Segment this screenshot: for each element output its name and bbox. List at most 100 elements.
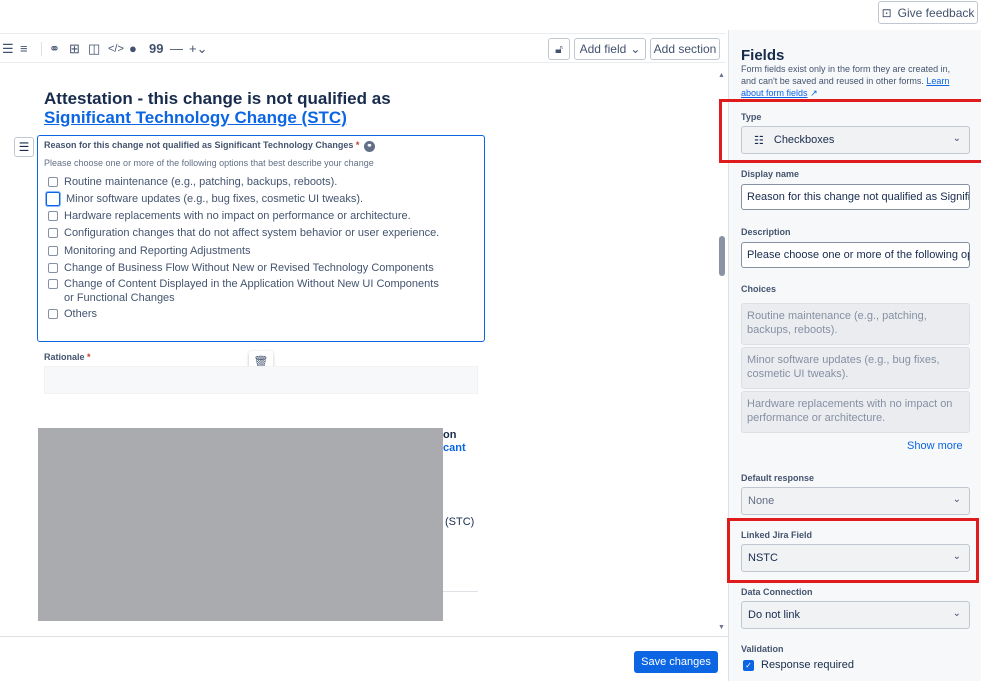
choice-label: Monitoring and Reporting Adjustments bbox=[64, 245, 251, 257]
choice-option[interactable]: Change of Content Displayed in the Appli… bbox=[48, 277, 448, 305]
insert-plus-icon[interactable]: +⌄ bbox=[189, 40, 207, 58]
default-response-label: Default response bbox=[741, 473, 815, 483]
external-link-icon: ↗ bbox=[810, 88, 818, 98]
description-input[interactable]: Please choose one or more of the followi… bbox=[741, 242, 970, 268]
choice-option[interactable]: Routine maintenance (e.g., patching, bac… bbox=[48, 175, 468, 189]
feedback-icon: ⊡ bbox=[881, 5, 892, 20]
page-gutter bbox=[981, 30, 999, 681]
chevron-down-icon: ⌄ bbox=[952, 494, 961, 505]
scroll-down-icon[interactable]: ▼ bbox=[718, 624, 725, 631]
numbered-list-icon[interactable]: ≡ bbox=[20, 40, 28, 58]
add-section-button[interactable]: Add section bbox=[650, 38, 720, 60]
choice-input[interactable]: Routine maintenance (e.g., patching, bac… bbox=[741, 303, 970, 345]
panel-subtitle-text: Form fields exist only in the form they … bbox=[741, 64, 951, 86]
checkbox[interactable] bbox=[48, 279, 58, 289]
rationale-label-text: Rationale bbox=[44, 352, 85, 362]
checkbox[interactable] bbox=[48, 246, 58, 256]
info-icon[interactable]: ● bbox=[129, 40, 137, 58]
menu-icon: ☰ bbox=[18, 140, 30, 154]
peek-text: on bbox=[443, 429, 457, 441]
choice-option[interactable]: Minor software updates (e.g., bug fixes,… bbox=[46, 192, 468, 206]
choice-label: Change of Business Flow Without New or R… bbox=[64, 262, 434, 274]
response-required-checkbox[interactable]: ✓ bbox=[743, 660, 754, 671]
data-connection-label: Data Connection bbox=[741, 587, 813, 597]
required-marker: * bbox=[87, 352, 91, 362]
checkbox-field[interactable]: Reason for this change not qualified as … bbox=[37, 135, 485, 342]
field-description: Please choose one or more of the followi… bbox=[44, 158, 374, 168]
panel-title: Fields bbox=[741, 47, 785, 64]
description-label: Description bbox=[741, 227, 791, 237]
choice-option[interactable]: Others bbox=[48, 307, 468, 321]
section-title: Attestation - this change is not qualifi… bbox=[44, 89, 474, 127]
quote-icon[interactable]: 99 bbox=[149, 40, 163, 58]
chevron-down-icon: ⌄ bbox=[630, 42, 641, 56]
choice-label: Configuration changes that do not affect… bbox=[64, 227, 440, 239]
editor-toolbar: ☰ ≡ ⚭ ⊞ ◫ </> ● 99 — +⌄ 🔓︎ Add field ⌄ A… bbox=[0, 33, 726, 63]
link-icon[interactable]: ⚭ bbox=[49, 40, 60, 58]
table-icon[interactable]: ⊞ bbox=[69, 40, 80, 58]
checkbox[interactable] bbox=[48, 263, 58, 273]
choice-label: Change of Content Displayed in the Appli… bbox=[64, 278, 439, 304]
section-title-text: Attestation - this change is not qualifi… bbox=[44, 89, 391, 108]
validation-label: Validation bbox=[741, 644, 784, 654]
scroll-up-icon[interactable]: ▲ bbox=[718, 72, 725, 79]
bullet-list-icon[interactable]: ☰ bbox=[2, 40, 14, 58]
scroll-thumb[interactable] bbox=[719, 236, 725, 276]
show-more-link[interactable]: Show more bbox=[907, 440, 963, 452]
fields-panel: Fields Form fields exist only in the for… bbox=[719, 30, 995, 681]
choice-label: Others bbox=[64, 308, 98, 320]
give-feedback-button[interactable]: ⊡ Give feedback bbox=[878, 1, 978, 24]
choices-label: Choices bbox=[741, 284, 777, 294]
linked-field-icon: ⚭ bbox=[363, 141, 375, 152]
field-label: Reason for this change not qualified as … bbox=[44, 140, 375, 152]
choice-label: Routine maintenance (e.g., patching, bac… bbox=[64, 176, 338, 188]
chevron-down-icon: ⌄ bbox=[952, 608, 961, 619]
required-marker: * bbox=[355, 140, 360, 150]
peek-text: (STC) bbox=[445, 516, 475, 528]
checkmark-icon: ✓ bbox=[745, 661, 752, 670]
save-changes-button[interactable]: Save changes bbox=[634, 651, 718, 673]
checkbox[interactable] bbox=[48, 211, 58, 221]
default-response-select[interactable]: None ⌄ bbox=[741, 487, 970, 515]
add-field-button[interactable]: Add field ⌄ bbox=[574, 38, 646, 60]
editor-footer: Save changes bbox=[0, 636, 728, 681]
checkbox[interactable] bbox=[48, 309, 58, 319]
form-editor: Attestation - this change is not qualifi… bbox=[0, 64, 716, 634]
give-feedback-label: Give feedback bbox=[897, 5, 975, 20]
field-label-text: Reason for this change not qualified as … bbox=[44, 140, 354, 150]
choice-option[interactable]: Monitoring and Reporting Adjustments bbox=[48, 244, 468, 258]
type-highlight-box bbox=[719, 99, 995, 163]
choice-input[interactable]: Hardware replacements with no impact on … bbox=[741, 391, 970, 433]
choice-option[interactable]: Hardware replacements with no impact on … bbox=[48, 209, 468, 223]
stc-link[interactable]: Significant Technology Change (STC) bbox=[44, 108, 347, 127]
checkbox[interactable] bbox=[46, 192, 60, 206]
lock-icon: 🔓︎ bbox=[555, 41, 563, 56]
choice-option[interactable]: Change of Business Flow Without New or R… bbox=[48, 261, 468, 275]
peek-link-text: cant bbox=[443, 442, 466, 454]
data-connection-value: Do not link bbox=[748, 609, 800, 621]
lock-button[interactable]: 🔓︎ bbox=[548, 38, 570, 60]
add-field-label: Add field bbox=[579, 42, 627, 56]
add-section-label: Add section bbox=[653, 42, 717, 56]
display-name-label: Display name bbox=[741, 169, 800, 179]
checkbox[interactable] bbox=[48, 228, 58, 238]
choice-label: Hardware replacements with no impact on … bbox=[64, 210, 411, 222]
linked-jira-highlight-box bbox=[727, 518, 979, 583]
field-menu-handle[interactable]: ☰ bbox=[14, 137, 34, 157]
checkbox[interactable] bbox=[48, 177, 58, 187]
redacted-region bbox=[38, 428, 443, 621]
panel-subtitle: Form fields exist only in the form they … bbox=[741, 63, 966, 99]
code-icon[interactable]: </> bbox=[108, 40, 124, 58]
choice-label: Minor software updates (e.g., bug fixes,… bbox=[66, 193, 364, 205]
rationale-input[interactable] bbox=[44, 366, 478, 394]
display-name-input[interactable]: Reason for this change not qualified as … bbox=[741, 184, 970, 210]
columns-icon[interactable]: ◫ bbox=[88, 40, 100, 58]
choice-option[interactable]: Configuration changes that do not affect… bbox=[48, 226, 468, 240]
divider-icon[interactable]: — bbox=[170, 40, 183, 58]
choice-input[interactable]: Minor software updates (e.g., bug fixes,… bbox=[741, 347, 970, 389]
top-bar: ⊡ Give feedback bbox=[0, 0, 999, 30]
rationale-label: Rationale * bbox=[44, 352, 91, 362]
default-response-value: None bbox=[748, 495, 775, 507]
data-connection-select[interactable]: Do not link ⌄ bbox=[741, 601, 970, 629]
response-required-label: Response required bbox=[761, 659, 854, 671]
